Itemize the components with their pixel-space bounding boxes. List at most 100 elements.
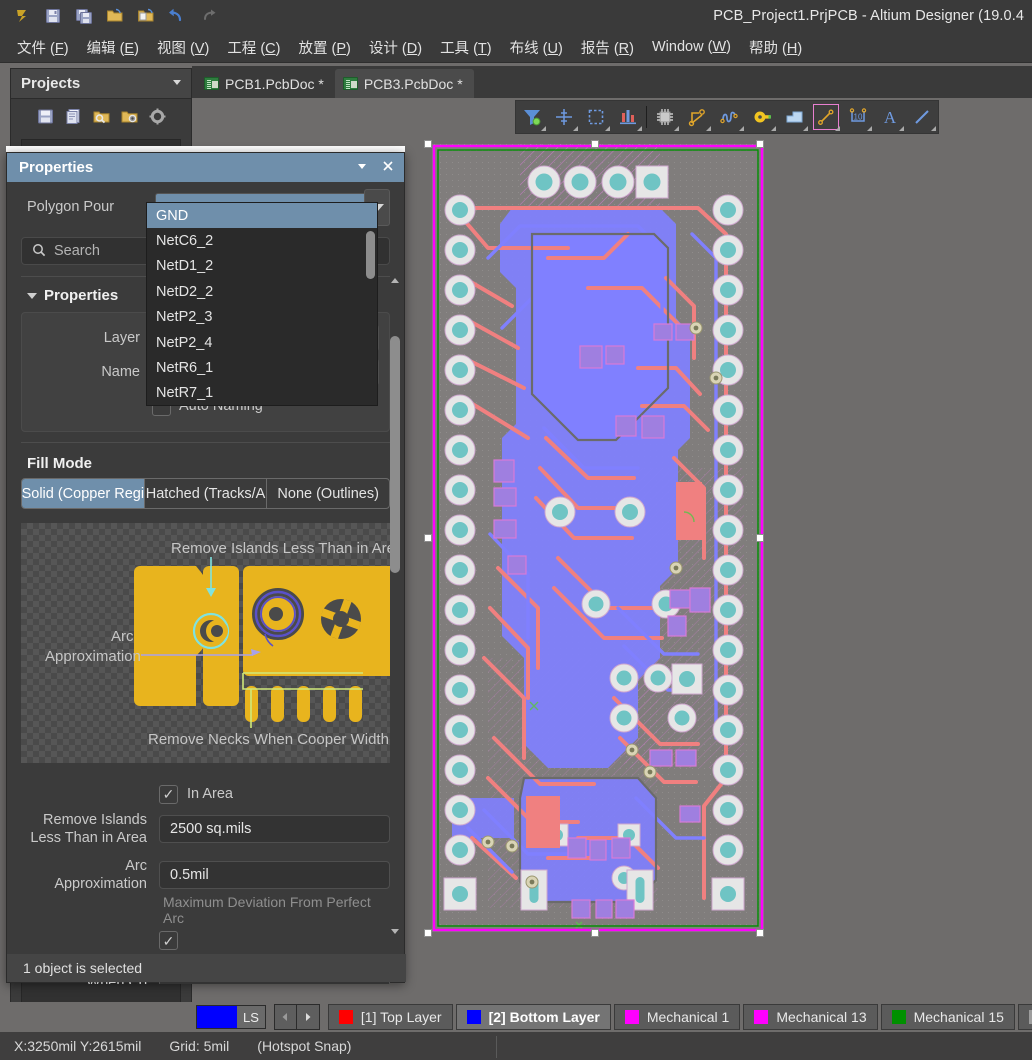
menu-place[interactable]: 放置 (P) bbox=[290, 34, 360, 61]
arc-approximation-input[interactable]: 0.5mil bbox=[159, 861, 390, 890]
next-layer-arrow-icon[interactable] bbox=[296, 1005, 319, 1029]
fill-mode-title: Fill Mode bbox=[27, 455, 92, 472]
settings-gear-icon[interactable] bbox=[149, 108, 166, 125]
selection-handle-br[interactable] bbox=[756, 929, 764, 937]
menu-edit[interactable]: 编辑 (E) bbox=[78, 34, 148, 61]
layer-tab-mechanical-15[interactable]: Mechanical 15 bbox=[880, 1004, 1015, 1030]
arc-approximation-hint: Maximum Deviation From Perfect Arc bbox=[163, 893, 371, 926]
in-area-checkbox[interactable]: ✓ bbox=[159, 784, 178, 804]
place-track-icon[interactable] bbox=[681, 101, 713, 133]
pcb-board-graphic[interactable] bbox=[428, 138, 768, 938]
layer-tab-mechanical-1[interactable]: Mechanical 1 bbox=[613, 1004, 741, 1030]
compile-icon[interactable] bbox=[65, 108, 82, 125]
fill-mode-none[interactable]: None (Outlines) bbox=[267, 479, 389, 508]
fill-mode-segmented-control: Solid (Copper Regi Hatched (Tracks/A Non… bbox=[21, 478, 390, 509]
net-option-netp2-3[interactable]: NetP2_3 bbox=[147, 305, 377, 330]
net-option-netr7-1[interactable]: NetR7_1 bbox=[147, 381, 377, 405]
layer-tab-bottom-layer[interactable]: [2] Bottom Layer bbox=[455, 1004, 611, 1030]
properties-panel-title: Properties bbox=[19, 159, 94, 176]
pcb-board[interactable] bbox=[424, 138, 768, 938]
preview-label-arc-line1: Arc bbox=[111, 628, 134, 645]
properties-panel-header: Properties bbox=[7, 153, 404, 182]
remove-islands-input[interactable]: 2500 sq.mils bbox=[159, 815, 390, 844]
component-chip-icon[interactable] bbox=[649, 101, 681, 133]
place-fill-icon[interactable] bbox=[778, 101, 810, 133]
net-dropdown-list[interactable]: GND NetC6_2 NetD1_2 NetD2_2 NetP2_3 NetP… bbox=[146, 202, 378, 406]
net-filter-icon[interactable] bbox=[516, 101, 548, 133]
chevron-down-icon[interactable] bbox=[356, 160, 368, 175]
menu-file[interactable]: 文件 (F) bbox=[8, 34, 78, 61]
net-dropdown-scrollbar-thumb[interactable] bbox=[366, 231, 375, 279]
net-option-netp2-4[interactable]: NetP2_4 bbox=[147, 330, 377, 355]
svg-text:A: A bbox=[884, 108, 897, 127]
open-project-icon[interactable] bbox=[132, 3, 160, 29]
document-tab-bar: PCB1.PcbDoc * PCB3.PcbDoc * bbox=[192, 66, 1032, 98]
net-option-netc6-2[interactable]: NetC6_2 bbox=[147, 228, 377, 253]
menu-view[interactable]: 视图 (V) bbox=[148, 34, 218, 61]
menu-window[interactable]: Window (W) bbox=[643, 36, 740, 58]
layer-tab-mechanical-13[interactable]: Mechanical 13 bbox=[743, 1004, 878, 1030]
menu-bar: 文件 (F) 编辑 (E) 视图 (V) 工程 (C) 放置 (P) 设计 (D… bbox=[0, 32, 1032, 63]
layer-tab-label: Mechanical 1 bbox=[646, 1009, 730, 1025]
previous-layer-arrow-icon[interactable] bbox=[274, 1005, 297, 1029]
net-option-netd2-2[interactable]: NetD2_2 bbox=[147, 279, 377, 304]
layer-tab-top-paste[interactable]: Top Pa bbox=[1017, 1004, 1032, 1030]
selection-handle-ml[interactable] bbox=[424, 534, 432, 542]
open-icon[interactable] bbox=[101, 3, 129, 29]
net-option-netd1-2[interactable]: NetD1_2 bbox=[147, 254, 377, 279]
crosshair-place-icon[interactable] bbox=[548, 101, 580, 133]
scroll-up-arrow-icon[interactable] bbox=[390, 274, 400, 284]
open-folder-gear-icon[interactable] bbox=[121, 108, 138, 125]
undo-icon[interactable] bbox=[163, 3, 191, 29]
net-option-gnd[interactable]: GND bbox=[147, 203, 377, 229]
selection-rect-icon[interactable] bbox=[580, 101, 612, 133]
selection-handle-tm[interactable] bbox=[591, 140, 599, 148]
projects-panel-header: Projects bbox=[11, 69, 191, 99]
projects-collapse-icon[interactable] bbox=[171, 76, 183, 91]
remove-islands-label: Remove Islands Less Than in Area bbox=[30, 812, 147, 847]
menu-route[interactable]: 布线 (U) bbox=[501, 34, 572, 61]
bar-chart-icon[interactable] bbox=[612, 101, 644, 133]
fill-mode-hatched[interactable]: Hatched (Tracks/A bbox=[145, 479, 268, 508]
menu-tools[interactable]: 工具 (T) bbox=[431, 34, 501, 61]
place-arc-icon[interactable] bbox=[713, 101, 745, 133]
document-tab-pcb1[interactable]: PCB1.PcbDoc * bbox=[196, 69, 335, 98]
place-string-icon[interactable]: A bbox=[874, 101, 906, 133]
selection-handle-bl[interactable] bbox=[424, 929, 432, 937]
save-icon[interactable] bbox=[39, 3, 67, 29]
properties-scrollbar[interactable] bbox=[390, 274, 400, 934]
open-folder-search-icon[interactable] bbox=[93, 108, 110, 125]
save-all-icon[interactable] bbox=[70, 3, 98, 29]
close-icon[interactable] bbox=[382, 160, 394, 175]
place-pad-icon[interactable] bbox=[746, 101, 778, 133]
save-icon[interactable] bbox=[37, 108, 54, 125]
place-line-icon[interactable] bbox=[810, 101, 842, 133]
fill-mode-solid[interactable]: Solid (Copper Regi bbox=[22, 479, 145, 508]
grid-size: Grid: 5mil bbox=[169, 1038, 230, 1054]
remove-necks-checkbox[interactable]: ✓ bbox=[159, 931, 178, 950]
selection-handle-mr[interactable] bbox=[756, 534, 764, 542]
net-option-netr6-1[interactable]: NetR6_1 bbox=[147, 355, 377, 380]
scrollbar-thumb[interactable] bbox=[390, 336, 400, 573]
altium-logo-icon[interactable] bbox=[8, 3, 36, 29]
quick-access-toolbar bbox=[0, 3, 222, 29]
layer-set-chip[interactable]: LS bbox=[196, 1005, 266, 1029]
dimension-icon[interactable]: 10 bbox=[842, 101, 874, 133]
layer-tab-top-layer[interactable]: [1] Top Layer bbox=[327, 1004, 453, 1030]
menu-project[interactable]: 工程 (C) bbox=[218, 34, 289, 61]
layer-nav-group bbox=[273, 1004, 320, 1030]
scroll-down-arrow-icon[interactable] bbox=[390, 924, 400, 934]
document-tab-pcb3[interactable]: PCB3.PcbDoc * bbox=[334, 69, 474, 98]
menu-help[interactable]: 帮助 (H) bbox=[740, 34, 811, 61]
projects-panel-title: Projects bbox=[21, 75, 81, 92]
layer-label: Layer bbox=[103, 329, 140, 346]
redo-icon bbox=[194, 3, 222, 29]
menu-reports[interactable]: 报告 (R) bbox=[572, 34, 643, 61]
pcb-document-icon bbox=[204, 77, 219, 90]
place-line-diagonal-icon[interactable] bbox=[906, 101, 938, 133]
selection-handle-tl[interactable] bbox=[424, 140, 432, 148]
selection-handle-tr[interactable] bbox=[756, 140, 764, 148]
selection-handle-bm[interactable] bbox=[591, 929, 599, 937]
fill-options-group: ✓ In Area Remove Islands Less Than in Ar… bbox=[21, 777, 390, 984]
menu-design[interactable]: 设计 (D) bbox=[360, 34, 431, 61]
